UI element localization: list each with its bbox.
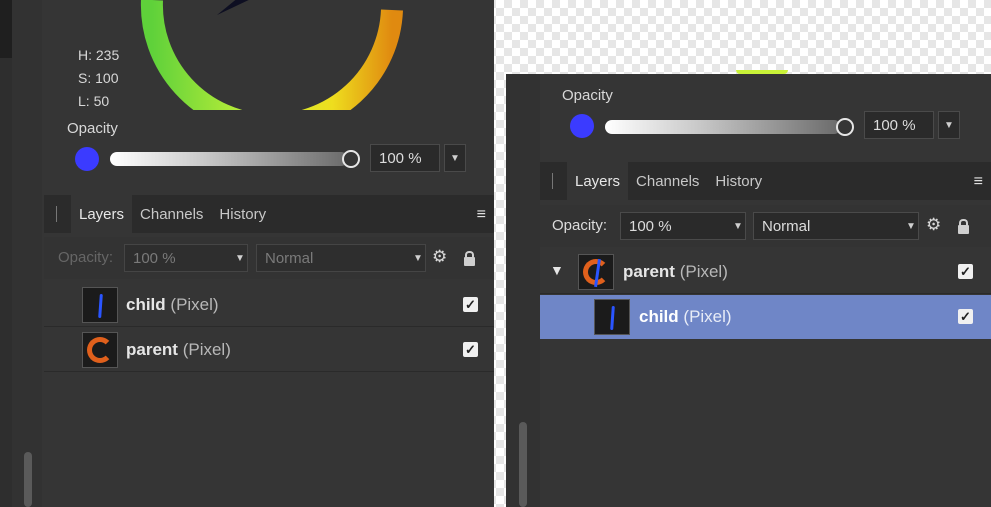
- layer-thumbnail: [82, 332, 118, 368]
- toolbar-opacity-dropdown[interactable]: 100 % ▼: [124, 244, 248, 272]
- menu-icon[interactable]: ≡: [974, 173, 983, 191]
- color-swatch[interactable]: [75, 147, 99, 171]
- layers-toolbar: Opacity: 100 % ▼ Normal ▼ ⚙: [44, 237, 494, 279]
- tab-channels[interactable]: Channels: [628, 162, 707, 200]
- hsl-readout: H: 235 S: 100 L: 50: [78, 44, 119, 113]
- opacity-slider-knob[interactable]: [836, 118, 854, 136]
- saturation-value: S: 100: [78, 70, 119, 86]
- opacity-dropdown-button[interactable]: ▼: [938, 111, 960, 139]
- layer-name: child: [639, 307, 679, 326]
- toolbar-opacity-dropdown[interactable]: 100 % ▼: [620, 212, 746, 240]
- layer-thumbnail: [594, 299, 630, 335]
- scrollbar-thumb[interactable]: [24, 452, 32, 507]
- opacity-slider[interactable]: [110, 152, 348, 166]
- layer-name: parent: [623, 262, 675, 281]
- scrollbar-thumb[interactable]: [519, 422, 527, 507]
- hue-value: H: 235: [78, 47, 120, 63]
- color-swatch[interactable]: [570, 114, 594, 138]
- layer-kind: (Pixel): [683, 307, 732, 326]
- toolbar-opacity-label: Opacity:: [58, 249, 114, 266]
- lock-icon[interactable]: [464, 251, 475, 267]
- blend-mode-dropdown[interactable]: Normal ▼: [753, 212, 919, 240]
- opacity-value: 100 %: [379, 149, 422, 167]
- opacity-dropdown-button[interactable]: ▼: [444, 144, 466, 172]
- chevron-down-icon: ▼: [450, 152, 460, 164]
- checkbox-icon[interactable]: ✓: [958, 264, 973, 279]
- checkbox-icon[interactable]: ✓: [958, 309, 973, 324]
- layers-tabbar: Layers Channels History ≡: [540, 162, 991, 200]
- scrollbar[interactable]: [12, 0, 42, 507]
- menu-icon[interactable]: ≡: [477, 206, 486, 224]
- tab-history[interactable]: History: [211, 195, 274, 233]
- blend-mode-value: Normal: [762, 217, 811, 235]
- layer-name: parent: [126, 340, 178, 359]
- right-panel: Opacity 100 % ▼ Layers Channels History …: [506, 70, 991, 507]
- gear-icon[interactable]: ⚙: [926, 215, 941, 235]
- layer-row-child[interactable]: child (Pixel) ✓: [44, 283, 494, 327]
- opacity-field[interactable]: 100 %: [370, 144, 440, 172]
- opacity-field[interactable]: 100 %: [864, 111, 934, 139]
- chevron-down-icon: ▼: [733, 220, 743, 232]
- chevron-down-icon: ▼: [944, 119, 954, 131]
- blend-mode-dropdown[interactable]: Normal ▼: [256, 244, 426, 272]
- chevron-down-icon: ▼: [413, 252, 423, 264]
- toolbar-opacity-value: 100 %: [133, 249, 176, 267]
- opacity-slider-knob[interactable]: [342, 150, 360, 168]
- layer-row-parent[interactable]: ▼ parent (Pixel) ✓: [540, 250, 991, 294]
- layers-tabbar: Layers Channels History ≡: [44, 195, 494, 233]
- opacity-value: 100 %: [873, 116, 916, 134]
- layer-name: child: [126, 295, 166, 314]
- lightness-value: L: 50: [78, 93, 110, 109]
- layer-row-child-selected[interactable]: child (Pixel) ✓: [540, 295, 991, 339]
- layer-label: child (Pixel): [126, 295, 219, 315]
- panel-grip[interactable]: [56, 206, 61, 222]
- opacity-label: Opacity: [67, 120, 118, 137]
- toolbar-opacity-label: Opacity:: [552, 217, 608, 234]
- disclosure-triangle-icon[interactable]: ▼: [550, 262, 564, 278]
- layer-label: parent (Pixel): [126, 340, 231, 360]
- tab-layers[interactable]: Layers: [71, 195, 133, 233]
- gear-icon[interactable]: ⚙: [432, 247, 447, 267]
- panel-grip[interactable]: [552, 173, 557, 189]
- tab-history[interactable]: History: [707, 162, 770, 200]
- layer-row-parent[interactable]: parent (Pixel) ✓: [44, 328, 494, 372]
- layer-label: parent (Pixel): [623, 262, 728, 282]
- layer-kind: (Pixel): [170, 295, 219, 314]
- checkbox-icon[interactable]: ✓: [463, 297, 478, 312]
- left-panel: H: 235 S: 100 L: 50 Opacity 100 % ▼ Laye…: [12, 0, 494, 507]
- tab-layers[interactable]: Layers: [567, 162, 629, 200]
- toolbar-opacity-value: 100 %: [629, 217, 672, 235]
- layer-kind: (Pixel): [182, 340, 231, 359]
- lock-icon[interactable]: [958, 219, 969, 235]
- color-wheel-edge: [736, 70, 788, 74]
- color-wheel[interactable]: [132, 0, 432, 110]
- layer-label: child (Pixel): [639, 307, 732, 327]
- layer-thumbnail: [578, 254, 614, 290]
- opacity-label: Opacity: [562, 87, 613, 104]
- layer-kind: (Pixel): [679, 262, 728, 281]
- layers-toolbar: Opacity: 100 % ▼ Normal ▼ ⚙: [540, 205, 991, 247]
- checkbox-icon[interactable]: ✓: [463, 342, 478, 357]
- layer-thumbnail: [82, 287, 118, 323]
- blend-mode-value: Normal: [265, 249, 314, 267]
- opacity-slider[interactable]: [605, 120, 841, 134]
- chevron-down-icon: ▼: [235, 252, 245, 264]
- background-window-edge: [0, 0, 12, 507]
- tab-channels[interactable]: Channels: [132, 195, 211, 233]
- chevron-down-icon: ▼: [906, 220, 916, 232]
